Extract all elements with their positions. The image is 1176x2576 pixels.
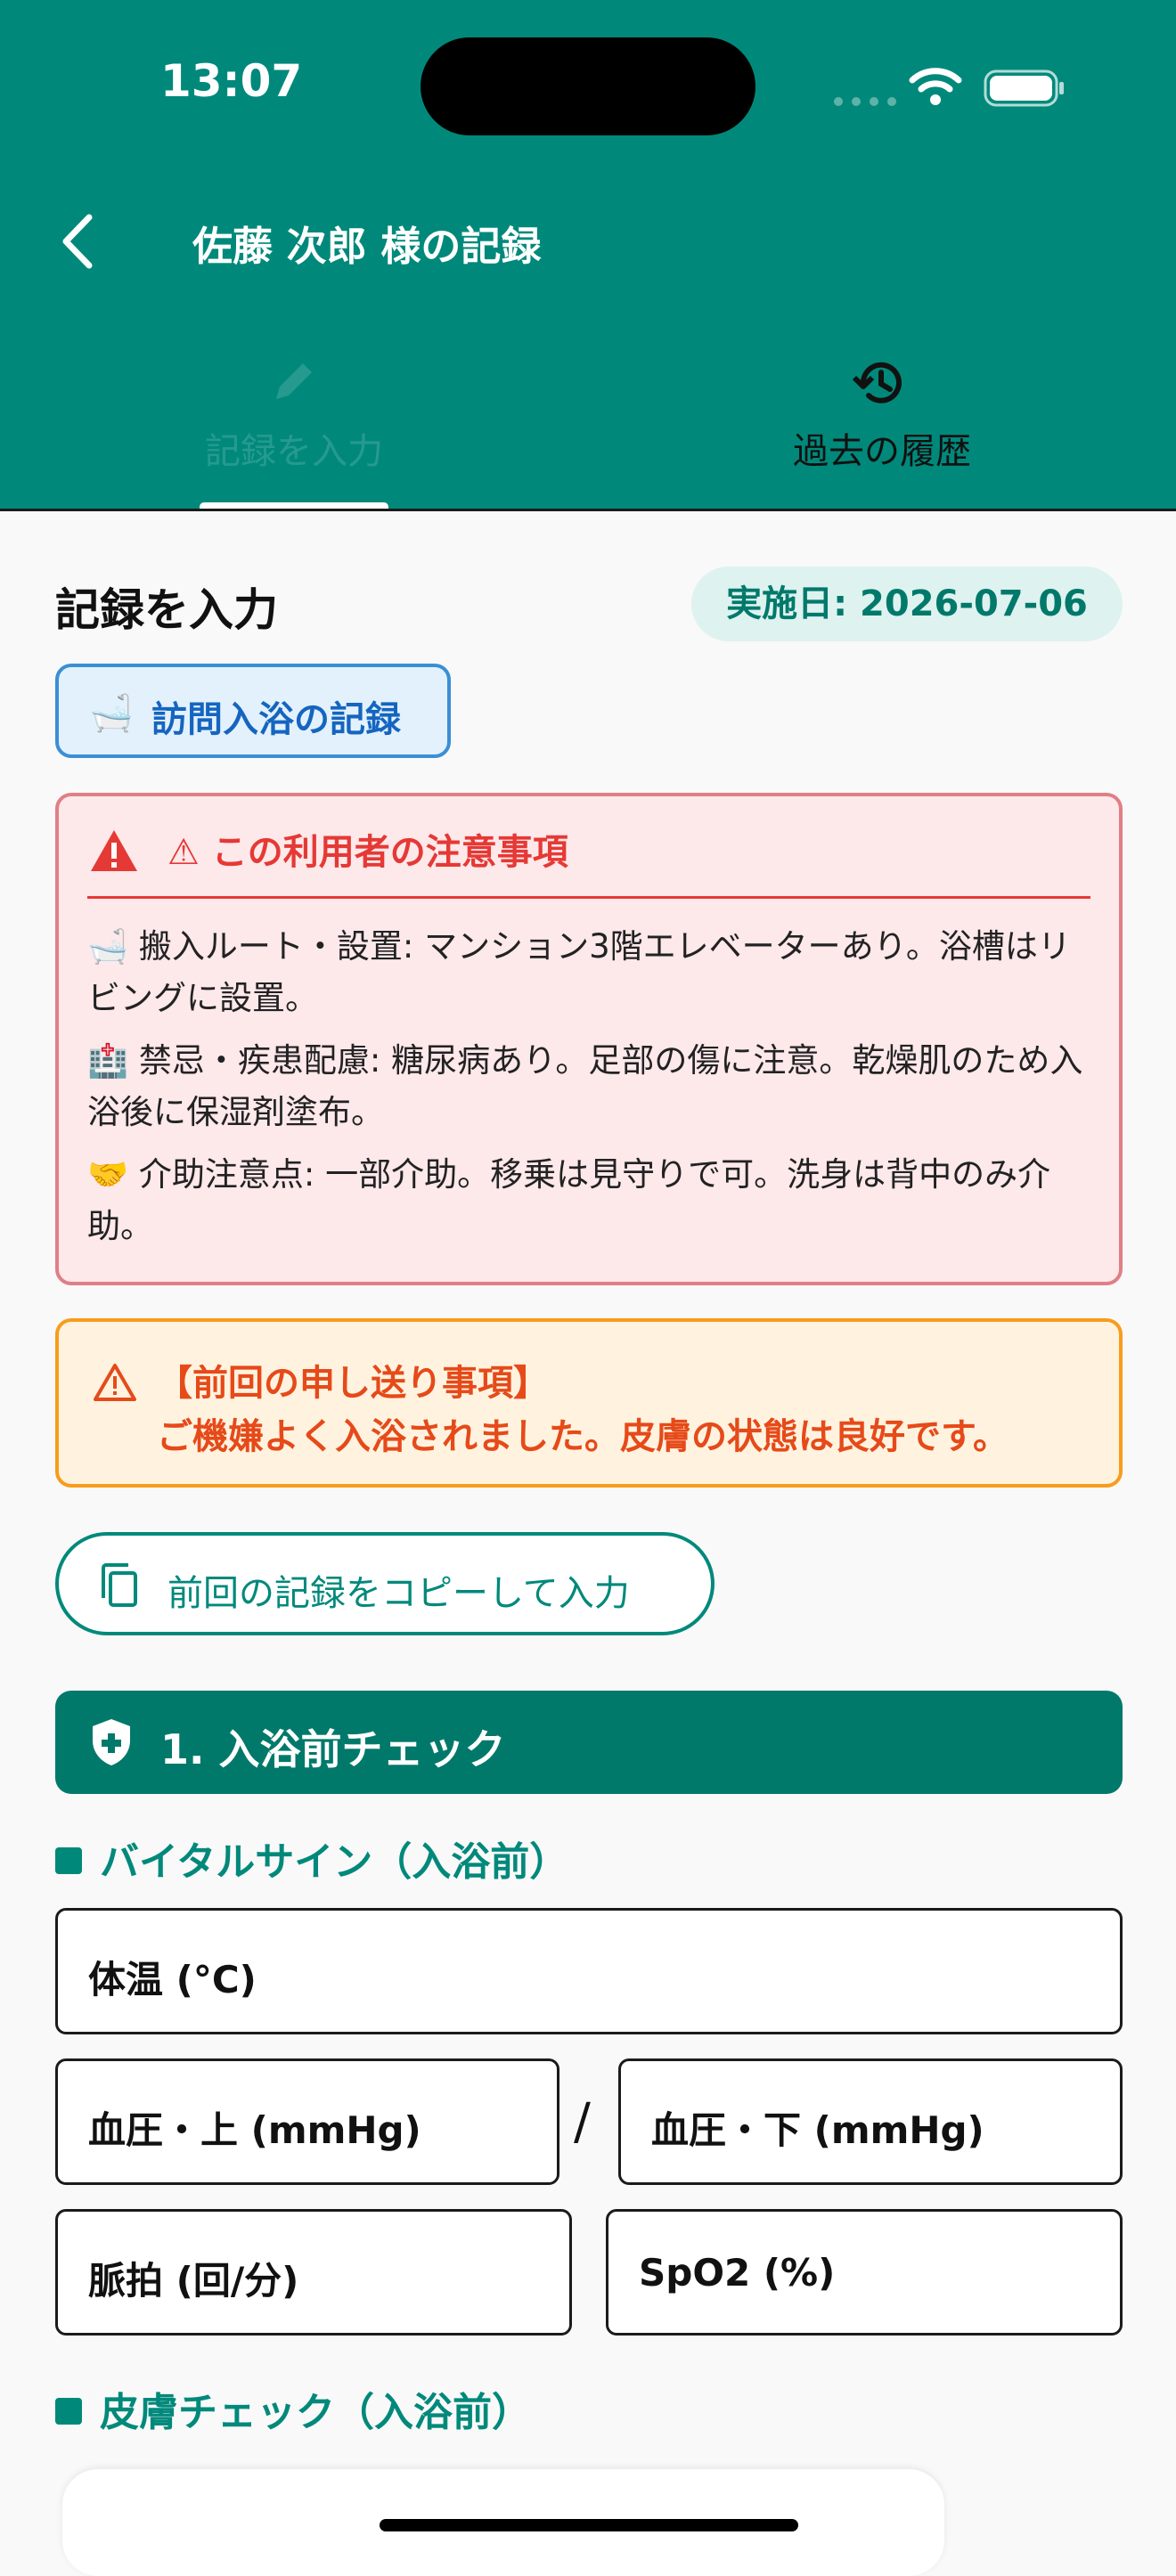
handover-text: ご機嫌よく入浴されました。皮膚の状態は良好です。 bbox=[157, 1416, 1009, 1457]
dynamic-island bbox=[421, 37, 755, 135]
caution-divider bbox=[87, 896, 1090, 899]
field-label: SpO2 (%) bbox=[639, 2251, 836, 2295]
wifi-icon bbox=[909, 68, 962, 105]
square-bullet-icon bbox=[55, 1847, 82, 1874]
field-label: 血圧・上 (mmHg) bbox=[88, 2108, 421, 2152]
tab-record-input-label: 記録を入力 bbox=[205, 431, 383, 472]
edit-icon bbox=[276, 363, 312, 399]
field-label: 血圧・下 (mmHg) bbox=[651, 2108, 984, 2152]
pulse-field[interactable]: 脈拍 (回/分) bbox=[55, 2209, 572, 2336]
back-arrow-icon[interactable] bbox=[55, 210, 100, 273]
copy-previous-button[interactable]: 前回の記録をコピーして入力 bbox=[55, 1532, 715, 1635]
status-time: 13:07 bbox=[160, 55, 303, 107]
handover-title: 【前回の申し送り事項】 bbox=[157, 1363, 549, 1404]
history-icon bbox=[852, 362, 902, 404]
home-indicator[interactable] bbox=[380, 2519, 798, 2531]
caution-item: 🤝 介助注意点: 一部介助。移乗は見守りで可。洗身は背中のみ介助。 bbox=[87, 1155, 1051, 1245]
battery-icon bbox=[984, 69, 1064, 107]
bathtub-icon: 🛁 bbox=[89, 693, 134, 734]
field-label: 体温 (°C) bbox=[88, 1958, 257, 2001]
caution-title: ⚠ この利用者の注意事項 bbox=[167, 832, 568, 873]
caution-item: 🛁 搬入ルート・設置: マンション3階エレベーターあり。浴槽はリビングに設置。 bbox=[87, 927, 1071, 1017]
skin-check-heading: 皮膚チェック（入浴前） bbox=[55, 2380, 531, 2437]
field-label: 脈拍 (回/分) bbox=[88, 2259, 299, 2303]
signal-icon bbox=[834, 93, 905, 106]
section-header: 1. 入浴前チェック bbox=[55, 1691, 1123, 1794]
handshake-icon: 🤝 bbox=[87, 1155, 129, 1194]
header-divider bbox=[0, 509, 1176, 511]
handover-box: 【前回の申し送り事項】 ご機嫌よく入浴されました。皮膚の状態は良好です。 bbox=[55, 1318, 1123, 1488]
bp-lower-field[interactable]: 血圧・下 (mmHg) bbox=[618, 2058, 1123, 2185]
form-heading: 記録を入力 bbox=[55, 584, 278, 636]
square-bullet-icon bbox=[55, 2398, 82, 2425]
bathtub-icon: 🛁 bbox=[87, 927, 129, 966]
spo2-field[interactable]: SpO2 (%) bbox=[606, 2209, 1123, 2336]
vitals-heading: バイタルサイン（入浴前） bbox=[55, 1830, 568, 1887]
service-tag-label: 訪問入浴の記録 bbox=[151, 699, 401, 740]
date-badge: 実施日: 2026-07-06 bbox=[691, 567, 1123, 641]
page-title: 佐藤 次郎 様の記録 bbox=[192, 223, 542, 270]
bp-separator: / bbox=[574, 2093, 591, 2151]
caution-item: 🏥 禁忌・疾患配慮: 糖尿病あり。足部の傷に注意。乾燥肌のため入浴後に保湿剤塗布… bbox=[87, 1041, 1083, 1131]
copy-icon bbox=[102, 1563, 137, 1607]
caution-box: ⚠ この利用者の注意事項 🛁 搬入ルート・設置: マンション3階エレベーターあり… bbox=[55, 793, 1123, 1285]
warning-icon bbox=[91, 830, 137, 871]
shield-icon bbox=[93, 1719, 130, 1765]
tab-history-label: 過去の履歴 bbox=[793, 431, 971, 472]
copy-previous-label: 前回の記録をコピーして入力 bbox=[167, 1573, 630, 1614]
warning-icon bbox=[94, 1364, 136, 1401]
section-title: 1. 入浴前チェック bbox=[160, 1725, 506, 1773]
bp-upper-field[interactable]: 血圧・上 (mmHg) bbox=[55, 2058, 559, 2185]
service-tag: 🛁 訪問入浴の記録 bbox=[55, 664, 451, 758]
hospital-icon: 🏥 bbox=[87, 1041, 129, 1080]
body-temperature-field[interactable]: 体温 (°C) bbox=[55, 1908, 1123, 2034]
